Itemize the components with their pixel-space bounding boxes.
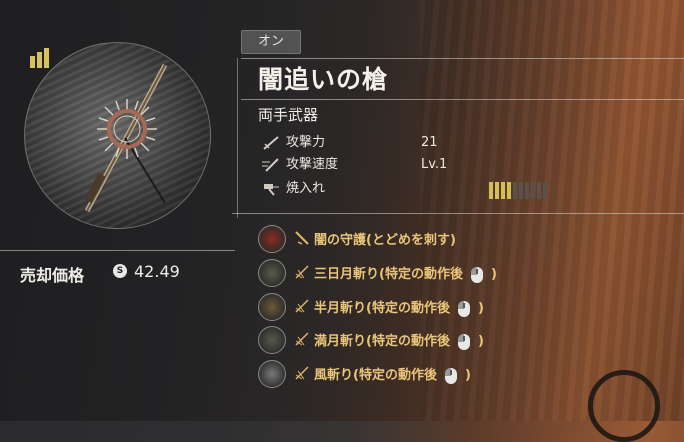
skill-row[interactable]: 半月斬り(特定の動作後) xyxy=(258,293,558,321)
skill-row[interactable]: 闇の守護(とどめを刺す) xyxy=(258,225,558,253)
sell-price-value: 42.49 xyxy=(134,262,180,281)
gauge-segment xyxy=(501,182,505,199)
stat-label: 攻撃力 xyxy=(286,135,326,150)
gauge-segment xyxy=(543,182,547,199)
sell-price-label: 売却価格 xyxy=(20,266,85,285)
gauge-segment xyxy=(507,182,511,199)
skill-name: 闇の守護(とどめを刺す) xyxy=(314,233,456,248)
divider xyxy=(0,250,235,251)
divider xyxy=(241,99,684,100)
skill-row[interactable]: 満月斬り(特定の動作後) xyxy=(258,326,558,354)
divider xyxy=(237,58,238,218)
stat-tempering: 焼入れ xyxy=(262,180,325,198)
equip-status-badge[interactable]: オン xyxy=(241,30,301,54)
weapon-name: 闇追いの槍 xyxy=(258,65,389,94)
speed-sword-icon xyxy=(262,157,279,172)
slash-icon xyxy=(295,332,309,346)
full-moon-slash-icon xyxy=(258,326,286,354)
dark-guard-icon xyxy=(258,225,286,253)
skill-row[interactable]: 三日月斬り(特定の動作後) xyxy=(258,259,558,287)
decorative-ring xyxy=(588,370,660,442)
slash-icon xyxy=(295,265,309,279)
crescent-slash-icon xyxy=(258,259,286,287)
stat-value: 21 xyxy=(421,135,438,150)
sword-icon xyxy=(263,135,279,150)
mouse-left-click-icon xyxy=(470,266,483,283)
stat-attack: 攻撃力 xyxy=(262,134,325,152)
gauge-segment xyxy=(525,182,529,199)
gauge-segment xyxy=(537,182,541,199)
skill-name: 三日月斬り(特定の動作後) xyxy=(314,266,497,283)
coin-icon: S xyxy=(113,264,127,278)
skill-row[interactable]: 風斬り(特定の動作後) xyxy=(258,360,558,388)
mouse-left-click-icon xyxy=(457,333,470,350)
half-moon-slash-icon xyxy=(258,293,286,321)
mouse-left-click-icon xyxy=(457,300,470,317)
skill-name: 風斬り(特定の動作後) xyxy=(314,367,471,384)
gauge-segment xyxy=(531,182,535,199)
weapon-type: 両手武器 xyxy=(258,106,319,124)
slash-icon xyxy=(295,231,309,245)
forge-hammer-icon xyxy=(264,183,279,196)
divider xyxy=(241,58,684,59)
stat-label: 焼入れ xyxy=(286,181,326,196)
skill-name: 半月斬り(特定の動作後) xyxy=(314,300,484,317)
upgrade-level-indicator xyxy=(30,48,49,68)
skill-name: 満月斬り(特定の動作後) xyxy=(314,333,484,350)
spear-icon xyxy=(84,63,168,213)
slash-icon xyxy=(295,366,309,380)
gauge-segment xyxy=(489,182,493,199)
stat-label: 攻撃速度 xyxy=(286,157,339,172)
stat-attack-speed: 攻撃速度 xyxy=(262,156,338,174)
gauge-segment xyxy=(513,182,517,199)
weapon-image-frame xyxy=(24,42,211,229)
stat-value: Lv.1 xyxy=(421,157,448,172)
tempering-gauge xyxy=(489,182,547,199)
wind-slash-icon xyxy=(258,360,286,388)
slash-icon xyxy=(295,299,309,313)
gauge-segment xyxy=(519,182,523,199)
mouse-left-click-icon xyxy=(444,367,457,384)
divider xyxy=(232,213,684,214)
gauge-segment xyxy=(495,182,499,199)
